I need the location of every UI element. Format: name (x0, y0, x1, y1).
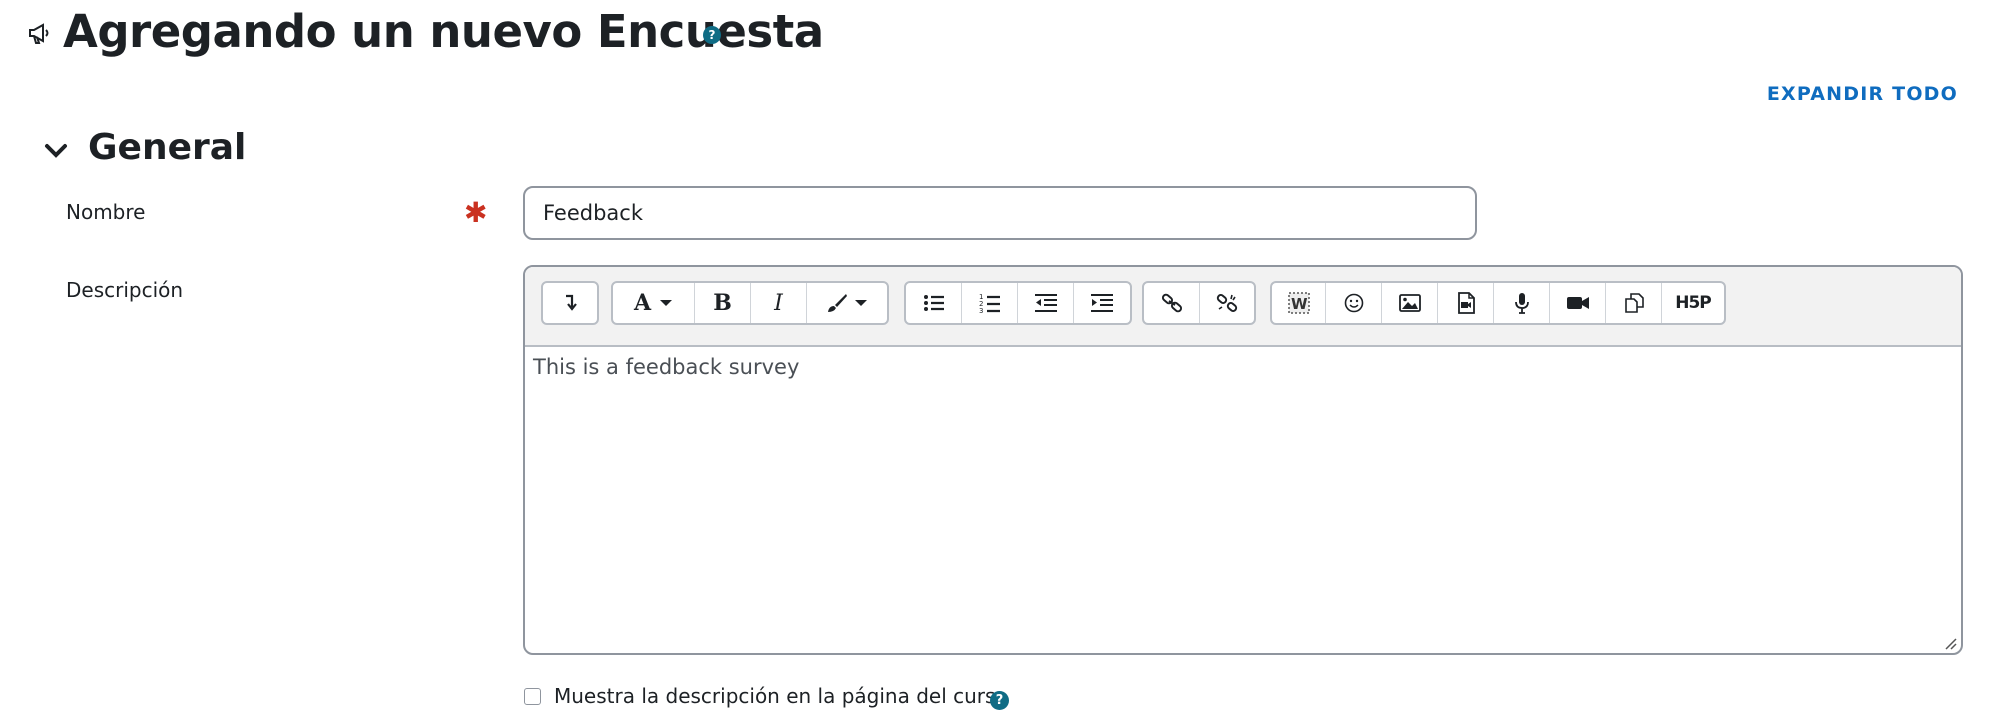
ordered-list-icon: 123 (979, 293, 1000, 314)
media-file-button[interactable] (1438, 283, 1494, 323)
unlink-button[interactable] (1200, 283, 1254, 323)
editor-content-area[interactable]: This is a feedback survey (525, 347, 1961, 653)
svg-text:3: 3 (979, 307, 983, 314)
section-title[interactable]: General (88, 124, 246, 172)
resize-handle-icon[interactable] (1943, 635, 1957, 650)
editor-toolbar: A B I 123 W H5P (525, 267, 1961, 347)
toolbar-group-toggle (541, 281, 599, 325)
toolbar-group-format: A B I (611, 281, 889, 325)
manage-files-button[interactable] (1606, 283, 1662, 323)
indent-icon (1091, 294, 1113, 312)
help-icon[interactable]: ? (703, 26, 721, 44)
toggle-toolbar-button[interactable] (543, 283, 597, 323)
emoji-button[interactable] (1326, 283, 1382, 323)
bold-icon: B (713, 290, 732, 316)
manage-files-icon (1624, 293, 1644, 313)
unordered-list-icon (923, 295, 944, 311)
nombre-input[interactable] (523, 186, 1477, 240)
toolbar-group-lists: 123 (904, 281, 1132, 325)
font-style-icon: A (633, 290, 652, 316)
media-file-icon (1457, 292, 1475, 314)
toolbar-group-links (1142, 281, 1256, 325)
required-asterisk-icon: ✱ (464, 196, 488, 229)
record-audio-button[interactable] (1494, 283, 1550, 323)
toolbar-group-media: W H5P (1270, 281, 1726, 325)
italic-icon: I (774, 290, 783, 316)
nombre-label: Nombre (66, 200, 146, 224)
toggle-toolbar-icon (566, 294, 577, 311)
dropdown-caret-icon (660, 300, 673, 306)
word-import-button[interactable]: W (1272, 283, 1326, 323)
text-color-button[interactable] (807, 283, 887, 323)
link-icon (1161, 293, 1182, 313)
emoji-icon (1344, 293, 1363, 313)
indent-button[interactable] (1074, 283, 1130, 323)
show-description-label[interactable]: Muestra la descripción en la página del … (554, 684, 1008, 708)
video-camera-icon (1566, 297, 1589, 309)
unlink-icon (1216, 294, 1238, 312)
microphone-icon (1514, 293, 1529, 314)
chevron-down-icon[interactable] (42, 137, 70, 165)
help-icon[interactable]: ? (990, 691, 1009, 710)
outdent-icon (1034, 294, 1057, 312)
record-video-button[interactable] (1550, 283, 1606, 323)
show-description-checkbox[interactable] (524, 688, 541, 705)
svg-text:W: W (1291, 295, 1308, 313)
paintbrush-icon (828, 294, 847, 312)
h5p-icon: H5P (1675, 293, 1712, 313)
font-style-button[interactable]: A (613, 283, 695, 323)
bold-button[interactable]: B (695, 283, 751, 323)
megaphone-icon (26, 20, 52, 46)
word-import-icon: W (1287, 292, 1310, 314)
unordered-list-button[interactable] (906, 283, 962, 323)
description-editor[interactable]: A B I 123 W H5P This is a feedback surve… (523, 265, 1963, 655)
link-button[interactable] (1144, 283, 1200, 323)
descripcion-label: Descripción (66, 278, 184, 302)
image-button[interactable] (1382, 283, 1438, 323)
outdent-button[interactable] (1018, 283, 1074, 323)
italic-button[interactable]: I (751, 283, 807, 323)
dropdown-caret-icon (855, 300, 867, 306)
h5p-button[interactable]: H5P (1662, 283, 1724, 323)
image-icon (1398, 294, 1421, 312)
ordered-list-button[interactable]: 123 (962, 283, 1018, 323)
expand-all-link[interactable]: EXPANDIR TODO (1767, 83, 1958, 105)
